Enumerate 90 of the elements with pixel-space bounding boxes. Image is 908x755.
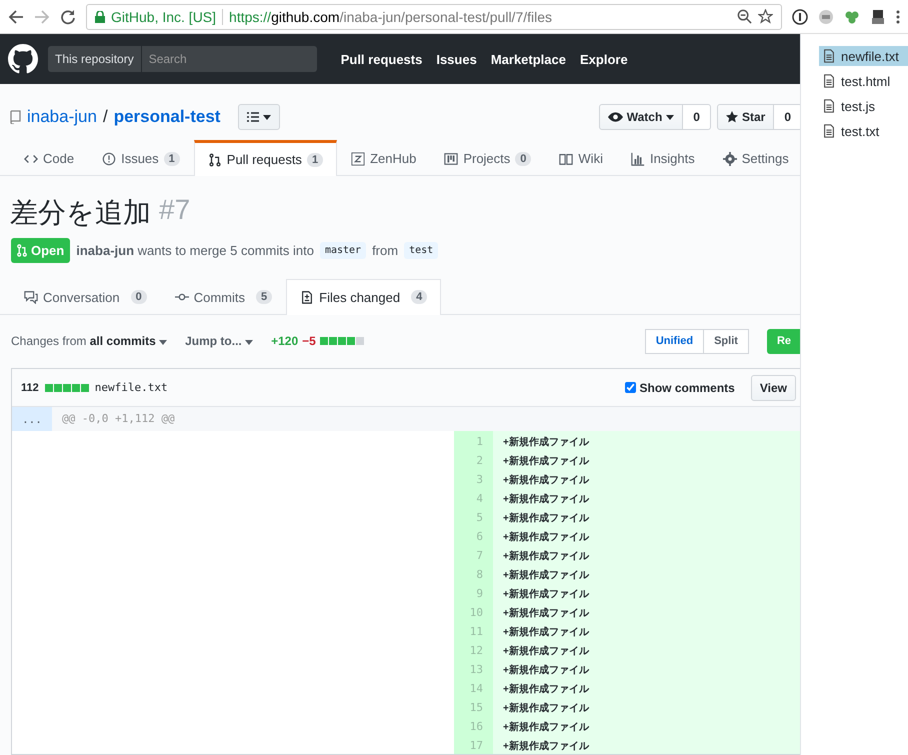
file-diff-icon (300, 290, 314, 304)
star-icon[interactable] (758, 9, 773, 24)
caret-icon (159, 340, 168, 346)
nav-link[interactable]: Explore (580, 52, 628, 67)
zoom-out-icon[interactable] (737, 9, 752, 24)
file-name[interactable]: newfile.txt (94, 381, 168, 394)
repo-tab[interactable]: Projects 0 (430, 140, 546, 176)
repo-tab[interactable]: Code (10, 140, 88, 176)
tab-counter: 1 (164, 152, 180, 166)
pr-summary: inaba-jun wants to merge 5 commits into (76, 243, 314, 258)
issue-icon (102, 152, 116, 166)
expand-button[interactable]: ... (12, 407, 52, 431)
path-separator: / (102, 107, 108, 128)
pr-tab[interactable]: Conversation 0 (10, 279, 161, 315)
view-button[interactable]: View (750, 374, 796, 400)
nav-link[interactable]: Pull requests (340, 52, 422, 67)
change-count: 112 (21, 382, 39, 394)
gear-icon (722, 152, 737, 166)
watch-count[interactable]: 0 (683, 104, 711, 130)
from-label: from (372, 243, 398, 258)
board-icon (444, 152, 458, 166)
zenhub-icon (351, 152, 366, 166)
additions-count: +120 (271, 334, 298, 348)
menu-icon[interactable] (896, 10, 900, 24)
caret-icon (263, 114, 272, 120)
document-icon (822, 124, 836, 138)
url-text: https://github.com/inaba-jun/personal-test/pull/7/files (229, 8, 552, 24)
pr-title: 差分を追加 (10, 196, 151, 230)
hunk-header: @@ -0,0 +1,112 @@ (61, 411, 176, 427)
show-comments-checkbox[interactable] (624, 382, 636, 393)
pr-state-badge: Open (11, 238, 70, 264)
file-list-item[interactable]: test.js (819, 96, 908, 116)
eye-icon (608, 112, 623, 122)
repo-link[interactable]: personal-test (114, 107, 220, 128)
star-icon (726, 111, 738, 124)
bar-graph-icon (630, 152, 645, 166)
nav-link[interactable]: Marketplace (490, 52, 566, 67)
address-bar[interactable]: GitHub, Inc. [US] https://github.com/inaba-jun/personal-test/pull/7/files (86, 4, 782, 30)
star-count[interactable]: 0 (774, 104, 800, 130)
pr-number: #7 (159, 194, 190, 228)
owner-link[interactable]: inaba-jun (27, 107, 97, 128)
repo-tab[interactable]: Pull requests 1 (194, 140, 338, 176)
repo-tab[interactable]: Wiki (545, 140, 617, 176)
repo-tab[interactable]: Issues 1 (88, 140, 194, 176)
reload-icon[interactable] (60, 8, 76, 24)
search-field[interactable]: Search (142, 46, 317, 72)
caret-icon (666, 114, 674, 120)
lock-icon (95, 10, 105, 22)
search-scope[interactable]: This repository (48, 46, 142, 72)
star-button[interactable]: Star (716, 104, 774, 130)
pr-tab[interactable]: Commits 5 (160, 279, 286, 315)
tab-counter: 1 (306, 152, 324, 167)
document-icon (822, 99, 836, 113)
tab-counter: 4 (411, 290, 428, 304)
caret-icon (245, 340, 254, 346)
repo-tab[interactable]: Insights (616, 140, 709, 176)
list-menu-button[interactable] (238, 104, 280, 130)
site-identity: GitHub, Inc. [US] (111, 8, 216, 24)
checkbox-label: Show comments (640, 380, 735, 394)
comment-icon (24, 290, 38, 304)
extension-icon[interactable] (792, 8, 808, 24)
extension-icon[interactable] (870, 8, 886, 24)
base-branch[interactable]: master (320, 242, 366, 260)
pull-request-icon (17, 244, 27, 258)
file-list-item[interactable]: newfile.txt (819, 46, 908, 66)
tab-counter: 0 (130, 290, 147, 304)
repo-tab[interactable]: ZenHub (337, 140, 430, 176)
view-mode-button[interactable]: Unified (644, 328, 704, 354)
back-icon[interactable] (8, 8, 24, 24)
head-branch[interactable]: test (404, 242, 438, 260)
tab-counter: 0 (515, 152, 532, 166)
changes-dropdown[interactable]: Changes from all commits (11, 334, 168, 348)
pull-request-icon (208, 152, 222, 167)
tab-counter: 5 (256, 290, 272, 304)
file-list-item[interactable]: test.txt (819, 121, 908, 141)
repo-tab[interactable]: Settings (708, 140, 800, 176)
clover-icon[interactable] (844, 8, 860, 24)
list-icon (247, 112, 260, 122)
file-list-item[interactable]: test.html (819, 71, 908, 91)
repo-icon (10, 110, 21, 124)
nav-link[interactable]: Issues (436, 52, 477, 67)
jump-dropdown[interactable]: Jump to... (185, 334, 254, 348)
view-mode-button[interactable]: Split (704, 328, 749, 354)
book-icon (559, 152, 574, 166)
pr-tab[interactable]: Files changed 4 (286, 279, 442, 315)
document-icon (822, 49, 836, 63)
deletions-count: −5 (302, 334, 316, 348)
github-logo[interactable] (8, 44, 38, 74)
document-icon (822, 74, 836, 88)
watch-button[interactable]: Watch (598, 104, 684, 130)
